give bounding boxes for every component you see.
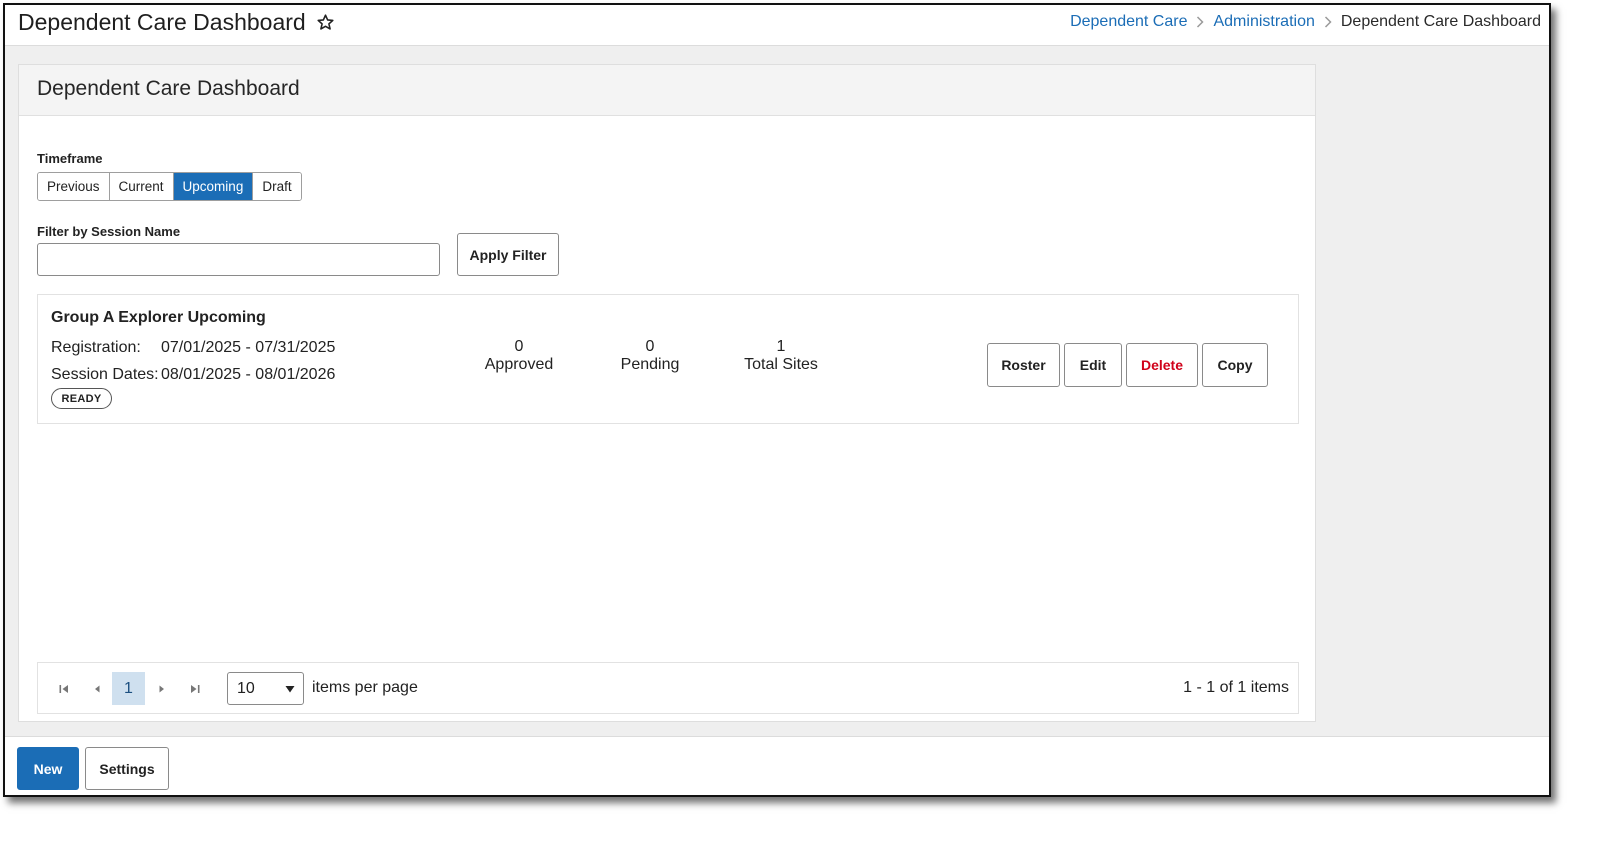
next-page-icon[interactable] xyxy=(156,683,168,695)
breadcrumb-current: Dependent Care Dashboard xyxy=(1340,13,1541,30)
roster-button[interactable]: Roster xyxy=(987,343,1060,387)
page-title: Dependent Care Dashboard xyxy=(18,9,335,36)
page-number-current[interactable]: 1 xyxy=(112,672,145,705)
session-card: Group A Explorer Upcoming Registration: … xyxy=(37,294,1299,424)
filter-label: Filter by Session Name xyxy=(37,224,181,239)
registration-label: Registration: xyxy=(51,339,141,356)
dashboard-panel: Dependent Care Dashboard Timeframe Previ… xyxy=(18,64,1316,722)
app-window: Dependent Care Dashboard Dependent Care … xyxy=(3,3,1551,797)
stat-approved: 0 Approved xyxy=(485,338,554,374)
panel-header: Dependent Care Dashboard xyxy=(19,65,1315,116)
stat-pending-label: Pending xyxy=(620,356,680,373)
page-title-text: Dependent Care Dashboard xyxy=(18,9,306,35)
page-size-select[interactable]: 10 xyxy=(227,672,304,705)
timeframe-toggle: Previous Current Upcoming Draft xyxy=(37,172,302,201)
timeframe-label: Timeframe xyxy=(37,151,103,166)
stat-total-sites: 1 Total Sites xyxy=(744,338,818,374)
stat-pending-value: 0 xyxy=(645,338,655,355)
timeframe-previous[interactable]: Previous xyxy=(38,173,110,200)
timeframe-upcoming[interactable]: Upcoming xyxy=(173,173,254,200)
stat-approved-value: 0 xyxy=(514,338,524,355)
timeframe-current[interactable]: Current xyxy=(109,173,174,200)
settings-button[interactable]: Settings xyxy=(85,747,169,790)
breadcrumb: Dependent Care Administration Dependent … xyxy=(1070,13,1541,31)
delete-button[interactable]: Delete xyxy=(1126,343,1198,387)
last-page-icon[interactable] xyxy=(189,683,201,695)
stat-pending: 0 Pending xyxy=(621,338,680,374)
session-name-filter-input[interactable] xyxy=(37,243,440,276)
stat-total-sites-value: 1 xyxy=(776,338,786,355)
breadcrumb-administration[interactable]: Administration xyxy=(1213,13,1314,31)
apply-filter-button[interactable]: Apply Filter xyxy=(457,233,559,276)
items-per-page-label: items per page xyxy=(312,679,418,696)
edit-button[interactable]: Edit xyxy=(1064,343,1122,387)
timeframe-draft[interactable]: Draft xyxy=(253,173,301,200)
chevron-right-icon xyxy=(1324,16,1332,28)
new-button[interactable]: New xyxy=(17,747,79,790)
copy-button[interactable]: Copy xyxy=(1202,343,1268,387)
prev-page-icon[interactable] xyxy=(91,683,103,695)
pagination-bar: 1 10 items per page 1 - 1 of 1 items xyxy=(37,662,1299,714)
caret-down-icon xyxy=(285,686,295,693)
breadcrumb-dependent-care[interactable]: Dependent Care xyxy=(1070,13,1187,31)
first-page-icon[interactable] xyxy=(58,683,70,695)
chevron-right-icon xyxy=(1197,16,1205,28)
panel-title: Dependent Care Dashboard xyxy=(37,77,300,100)
status-badge: READY xyxy=(51,388,112,409)
footer-action-bar: New Settings xyxy=(5,736,1549,795)
stat-approved-label: Approved xyxy=(484,356,554,373)
pagination-summary: 1 - 1 of 1 items xyxy=(1183,679,1289,696)
session-name: Group A Explorer Upcoming xyxy=(51,309,266,326)
session-dates-label: Session Dates: xyxy=(51,366,159,383)
star-icon[interactable] xyxy=(316,13,335,32)
page-size-value: 10 xyxy=(237,679,255,697)
top-bar: Dependent Care Dashboard Dependent Care … xyxy=(5,5,1549,46)
session-dates: 08/01/2025 - 08/01/2026 xyxy=(161,366,336,383)
work-area: Dependent Care Dashboard Timeframe Previ… xyxy=(5,46,1549,737)
registration-dates: 07/01/2025 - 07/31/2025 xyxy=(161,339,336,356)
stat-total-sites-label: Total Sites xyxy=(744,356,818,373)
